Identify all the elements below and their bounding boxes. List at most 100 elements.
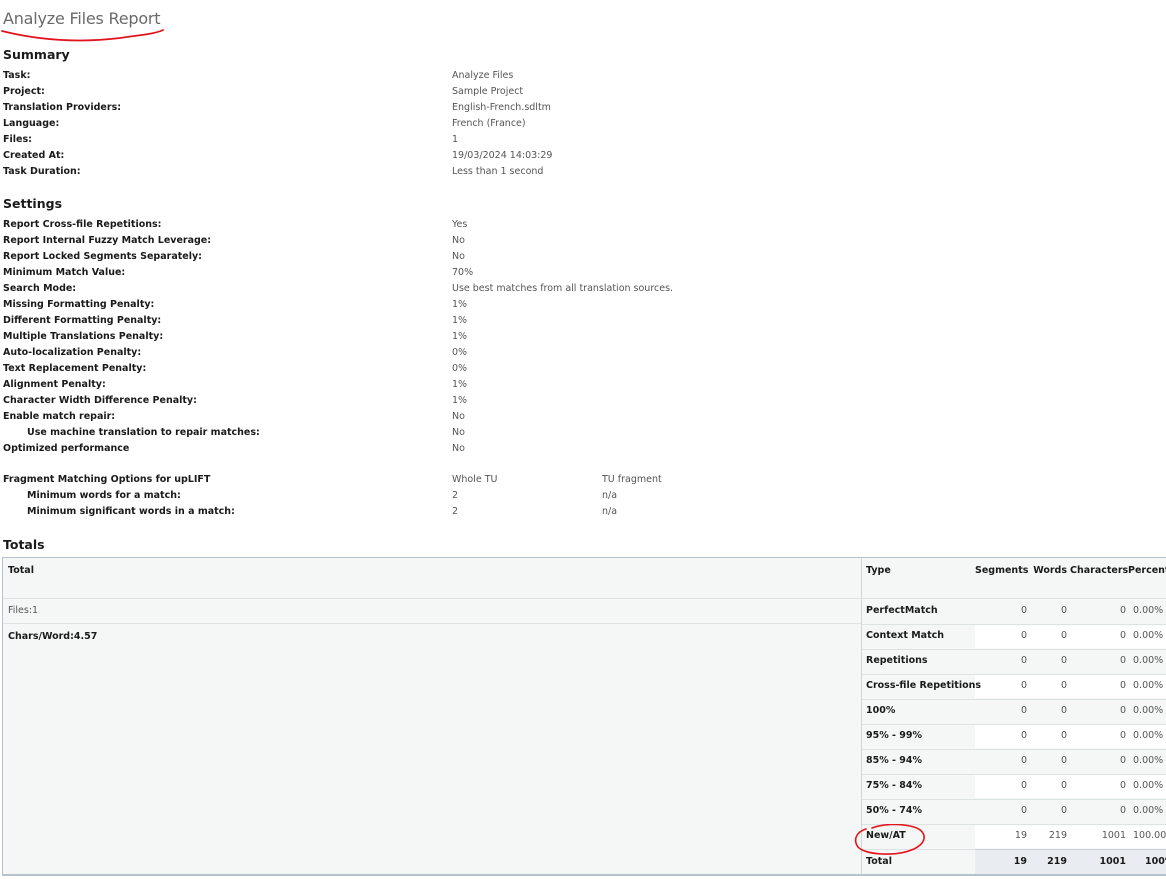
match-type: PerfectMatch — [866, 605, 938, 616]
title-underline-annotation — [1, 29, 164, 42]
match-type: 95% - 99% — [866, 730, 923, 741]
setting-label: Character Width Difference Penalty: — [3, 395, 197, 406]
total-characters: 1001 — [1099, 856, 1126, 867]
setting-label: Use machine translation to repair matche… — [27, 427, 260, 438]
setting-label: Optimized performance — [3, 443, 130, 454]
characters-value: 0 — [1119, 705, 1126, 716]
fragment-whole-tu-value: 2 — [452, 490, 459, 501]
segments-value: 0 — [1020, 605, 1027, 616]
total-segments: 19 — [1013, 856, 1027, 867]
words-value: 0 — [1060, 780, 1067, 791]
characters-value: 0 — [1119, 755, 1126, 766]
setting-value: 1% — [452, 395, 468, 406]
percent-value: 0.00% — [1133, 630, 1164, 641]
setting-value: No — [452, 251, 465, 262]
col-header-percent: Percent — [1128, 565, 1166, 576]
total-row-separator — [862, 849, 975, 850]
setting-value: No — [452, 411, 465, 422]
segments-value: 19 — [1014, 830, 1027, 841]
summary-value: Less than 1 second — [452, 166, 544, 177]
fragment-tu-fragment-value: n/a — [602, 506, 618, 517]
characters-value: 1001 — [1101, 830, 1126, 841]
setting-value: No — [452, 443, 465, 454]
row-separator — [862, 799, 1166, 800]
totals-bottom-border — [2, 874, 1166, 876]
files-count: Files:1 — [8, 605, 39, 616]
fragment-option-label: Minimum words for a match: — [27, 490, 181, 501]
setting-label: Search Mode: — [3, 283, 77, 294]
setting-value: 1% — [452, 315, 468, 326]
fragment-whole-tu-value: 2 — [452, 506, 459, 517]
segments-value: 0 — [1020, 805, 1027, 816]
setting-label: Missing Formatting Penalty: — [3, 299, 155, 310]
words-value: 0 — [1060, 630, 1067, 641]
characters-value: 0 — [1119, 655, 1126, 666]
characters-value: 0 — [1119, 630, 1126, 641]
row-separator — [862, 749, 1166, 750]
setting-value: No — [452, 427, 465, 438]
segments-value: 0 — [1020, 730, 1027, 741]
fragment-col-whole-tu: Whole TU — [452, 474, 498, 485]
match-type: 85% - 94% — [866, 755, 923, 766]
setting-value: 0% — [452, 363, 468, 374]
setting-label: Enable match repair: — [3, 411, 116, 422]
words-value: 219 — [1048, 830, 1067, 841]
setting-label: Minimum Match Value: — [3, 267, 126, 278]
col-header-type: Type — [866, 565, 891, 576]
summary-label: Task: — [3, 70, 31, 81]
characters-value: 0 — [1119, 780, 1126, 791]
settings-heading: Settings — [3, 196, 63, 211]
setting-value: 0% — [452, 347, 468, 358]
segments-value: 0 — [1020, 630, 1027, 641]
col-header-characters: Characters — [1070, 565, 1129, 576]
files-row-separator — [3, 623, 861, 624]
summary-label: Translation Providers: — [3, 102, 122, 113]
segments-value: 0 — [1020, 680, 1027, 691]
words-value: 0 — [1060, 755, 1067, 766]
setting-label: Report Cross-file Repetitions: — [3, 219, 162, 230]
segments-value: 0 — [1020, 705, 1027, 716]
summary-value: Sample Project — [452, 86, 524, 97]
col-header-segments: Segments — [975, 565, 1029, 576]
summary-label: Task Duration: — [3, 166, 81, 177]
percent-value: 0.00% — [1133, 605, 1164, 616]
setting-value: 70% — [452, 267, 474, 278]
words-value: 0 — [1060, 730, 1067, 741]
match-type: Cross-file Repetitions — [866, 680, 982, 691]
summary-value: Analyze Files — [452, 70, 514, 81]
setting-label: Report Locked Segments Separately: — [3, 251, 202, 262]
percent-value: 0.00% — [1133, 705, 1164, 716]
totals-left-column — [3, 558, 862, 874]
words-value: 0 — [1060, 680, 1067, 691]
words-value: 0 — [1060, 605, 1067, 616]
fragment-col-tu-fragment: TU fragment — [602, 474, 662, 485]
percent-value: 0.00% — [1133, 755, 1164, 766]
setting-label: Alignment Penalty: — [3, 379, 106, 390]
summary-value: 1 — [452, 134, 459, 145]
match-type: 75% - 84% — [866, 780, 923, 791]
setting-value: 1% — [452, 331, 468, 342]
fragment-option-label: Minimum significant words in a match: — [27, 506, 235, 517]
segments-value: 0 — [1020, 655, 1027, 666]
summary-label: Language: — [3, 118, 60, 129]
percent-value: 0.00% — [1133, 805, 1164, 816]
summary-label: Project: — [3, 86, 45, 97]
percent-value: 100.00% — [1133, 830, 1166, 841]
row-separator — [862, 824, 1166, 825]
percent-value: 0.00% — [1133, 655, 1164, 666]
summary-label: Files: — [3, 134, 32, 145]
characters-value: 0 — [1119, 730, 1126, 741]
setting-label: Multiple Translations Penalty: — [3, 331, 164, 342]
words-value: 0 — [1060, 705, 1067, 716]
match-type: Context Match — [866, 630, 945, 641]
setting-value: Use best matches from all translation so… — [452, 283, 674, 294]
setting-value: Yes — [452, 219, 468, 230]
totals-heading: Totals — [3, 537, 45, 552]
header-separator — [3, 598, 1166, 599]
total-percent: 100% — [1145, 856, 1166, 867]
row-separator — [862, 724, 1166, 725]
total-words: 219 — [1047, 856, 1067, 867]
match-type: 100% — [866, 705, 896, 716]
percent-value: 0.00% — [1133, 730, 1164, 741]
setting-label: Report Internal Fuzzy Match Leverage: — [3, 235, 212, 246]
